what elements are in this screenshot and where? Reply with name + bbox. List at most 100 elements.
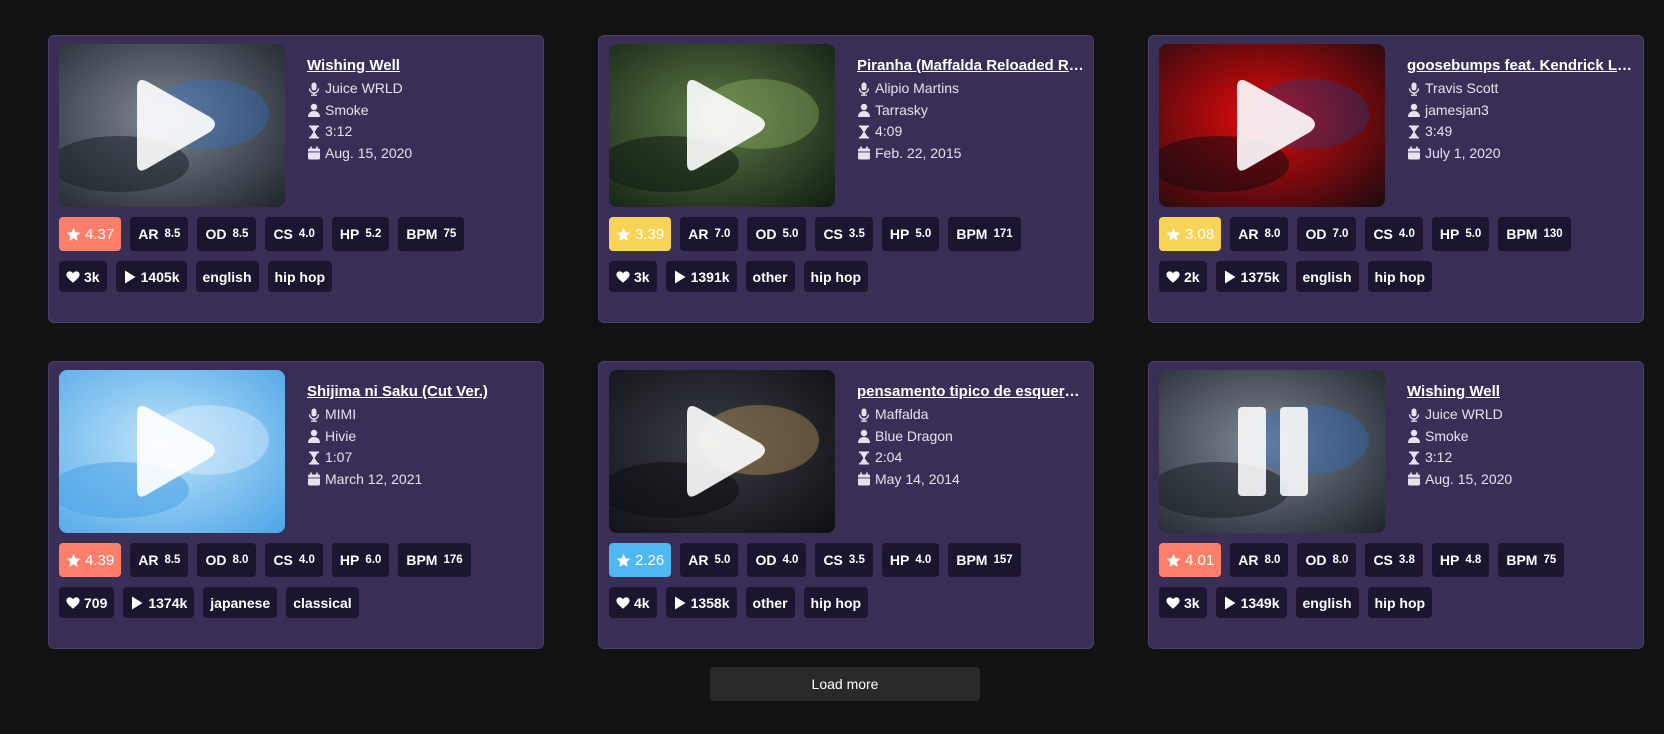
calendar-icon: [858, 146, 870, 160]
favorite-count: 3k: [84, 268, 100, 285]
od-badge: OD 7.0: [1297, 217, 1357, 251]
cs-value: 3.8: [1398, 554, 1415, 566]
playcount-badge: 1375k: [1215, 261, 1287, 292]
cs-label: CS: [823, 226, 843, 242]
beatmap-title[interactable]: Wishing Well: [1407, 382, 1635, 402]
bpm-label: BPM: [1506, 552, 1538, 568]
cs-badge: CS 4.0: [265, 217, 323, 251]
duration-row: 4:09: [857, 121, 1089, 143]
cs-label: CS: [273, 226, 293, 242]
beatmap-title[interactable]: Piranha (Maffalda Reloaded Remix): [857, 56, 1085, 76]
hp-label: HP: [1439, 552, 1460, 568]
microphone-icon: [1408, 408, 1420, 422]
preview-player[interactable]: [609, 370, 835, 533]
language-tag[interactable]: english: [195, 261, 259, 292]
difficulty-stats: 3.08 AR 8.0 OD 7.0 CS 4.0 HP 5.0 BPM 130: [1159, 217, 1571, 251]
bpm-badge: BPM 171: [948, 217, 1021, 251]
language-tag[interactable]: other: [745, 587, 795, 618]
language-tag[interactable]: english: [1295, 587, 1359, 618]
microphone-icon: [308, 82, 320, 96]
ar-badge: AR 8.0: [1230, 217, 1289, 251]
bpm-value: 171: [993, 228, 1013, 240]
beatmap-title[interactable]: Wishing Well: [307, 56, 535, 76]
beatmap-card: Wishing Well Juice WRLD Smoke 3:12 Aug. …: [1148, 361, 1644, 649]
beatmap-tags: 4k 1358k other hip hop: [609, 587, 869, 618]
artist-row: Travis Scott: [1407, 78, 1639, 100]
hp-value: 6.0: [365, 554, 382, 566]
date-row: March 12, 2021: [307, 469, 539, 491]
bpm-badge: BPM 157: [948, 543, 1021, 577]
cs-label: CS: [1373, 226, 1393, 242]
beatmap-title[interactable]: goosebumps feat. Kendrick Lamar: [1407, 56, 1635, 76]
language-tag[interactable]: english: [1295, 261, 1359, 292]
genre-tag[interactable]: hip hop: [267, 261, 333, 292]
od-badge: OD 8.0: [197, 543, 257, 577]
play-count: 1358k: [690, 594, 730, 611]
cs-label: CS: [1373, 552, 1393, 568]
cs-badge: CS 4.0: [1365, 217, 1423, 251]
language-tag[interactable]: other: [745, 261, 795, 292]
duration-row: 2:04: [857, 447, 1089, 469]
heart-icon: [66, 270, 80, 283]
microphone-icon: [308, 408, 320, 422]
beatmap-meta: Piranha (Maffalda Reloaded Remix) Alipio…: [857, 56, 1089, 164]
ar-value: 7.0: [714, 228, 731, 240]
load-more-button[interactable]: Load more: [710, 667, 980, 701]
genre-tag[interactable]: hip hop: [1367, 587, 1433, 618]
star-rating: 2.26: [635, 551, 665, 569]
cs-label: CS: [273, 552, 293, 568]
bpm-value: 176: [443, 554, 463, 566]
beatmap-meta: Wishing Well Juice WRLD Smoke 3:12 Aug. …: [1407, 382, 1639, 490]
play-count: 1375k: [1240, 268, 1280, 285]
ar-value: 8.5: [164, 228, 181, 240]
star-icon: [1166, 227, 1181, 241]
ar-badge: AR 8.0: [1230, 543, 1289, 577]
genre-tag[interactable]: hip hop: [803, 261, 869, 292]
beatmap-card: pensamento tipico de esquerda caviar Maf…: [598, 361, 1094, 649]
preview-player[interactable]: [609, 44, 835, 207]
playcount-badge: 1405k: [115, 261, 187, 292]
preview-player[interactable]: [1159, 44, 1385, 207]
user-icon: [308, 430, 320, 444]
calendar-icon: [1408, 472, 1420, 486]
star-rating: 3.08: [1185, 225, 1215, 243]
duration: 4:09: [875, 123, 903, 139]
calendar-icon: [308, 146, 320, 160]
beatmap-title[interactable]: Shijima ni Saku (Cut Ver.): [307, 382, 535, 402]
ar-label: AR: [688, 226, 709, 242]
preview-player[interactable]: [59, 370, 285, 533]
language-tag[interactable]: japanese: [203, 587, 278, 618]
genre-tag[interactable]: hip hop: [803, 587, 869, 618]
beatmap-tags: 2k 1375k english hip hop: [1159, 261, 1433, 292]
cs-value: 3.5: [848, 554, 865, 566]
bpm-value: 75: [1543, 554, 1557, 566]
duration: 2:04: [875, 449, 903, 465]
od-value: 8.5: [232, 228, 249, 240]
genre-tag[interactable]: classical: [286, 587, 359, 618]
star-icon: [66, 227, 81, 241]
cs-label: CS: [823, 552, 843, 568]
duration-row: 3:12: [307, 121, 539, 143]
difficulty-stats: 3.39 AR 7.0 OD 5.0 CS 3.5 HP 5.0 BPM 171: [609, 217, 1021, 251]
hp-label: HP: [889, 226, 910, 242]
artist-row: MIMI: [307, 404, 539, 426]
star-rating-badge: 3.39: [609, 217, 672, 251]
hp-label: HP: [889, 552, 910, 568]
preview-player[interactable]: [1159, 370, 1385, 533]
bpm-badge: BPM 75: [1498, 543, 1565, 577]
star-rating: 4.01: [1185, 551, 1215, 569]
ranked-date: Aug. 15, 2020: [1425, 470, 1513, 487]
play-icon: [137, 406, 215, 497]
hourglass-icon: [1409, 451, 1419, 465]
preview-player[interactable]: [59, 44, 285, 207]
beatmap-tags: 3k 1391k other hip hop: [609, 261, 869, 292]
bpm-label: BPM: [956, 226, 988, 242]
bpm-label: BPM: [1506, 226, 1538, 242]
genre-tag[interactable]: hip hop: [1367, 261, 1433, 292]
beatmap-title[interactable]: pensamento tipico de esquerda caviar: [857, 382, 1085, 402]
ar-label: AR: [138, 552, 159, 568]
od-badge: OD 8.0: [1297, 543, 1357, 577]
od-value: 7.0: [1332, 228, 1349, 240]
date-row: Feb. 22, 2015: [857, 143, 1089, 165]
favorites-badge: 2k: [1159, 261, 1207, 292]
